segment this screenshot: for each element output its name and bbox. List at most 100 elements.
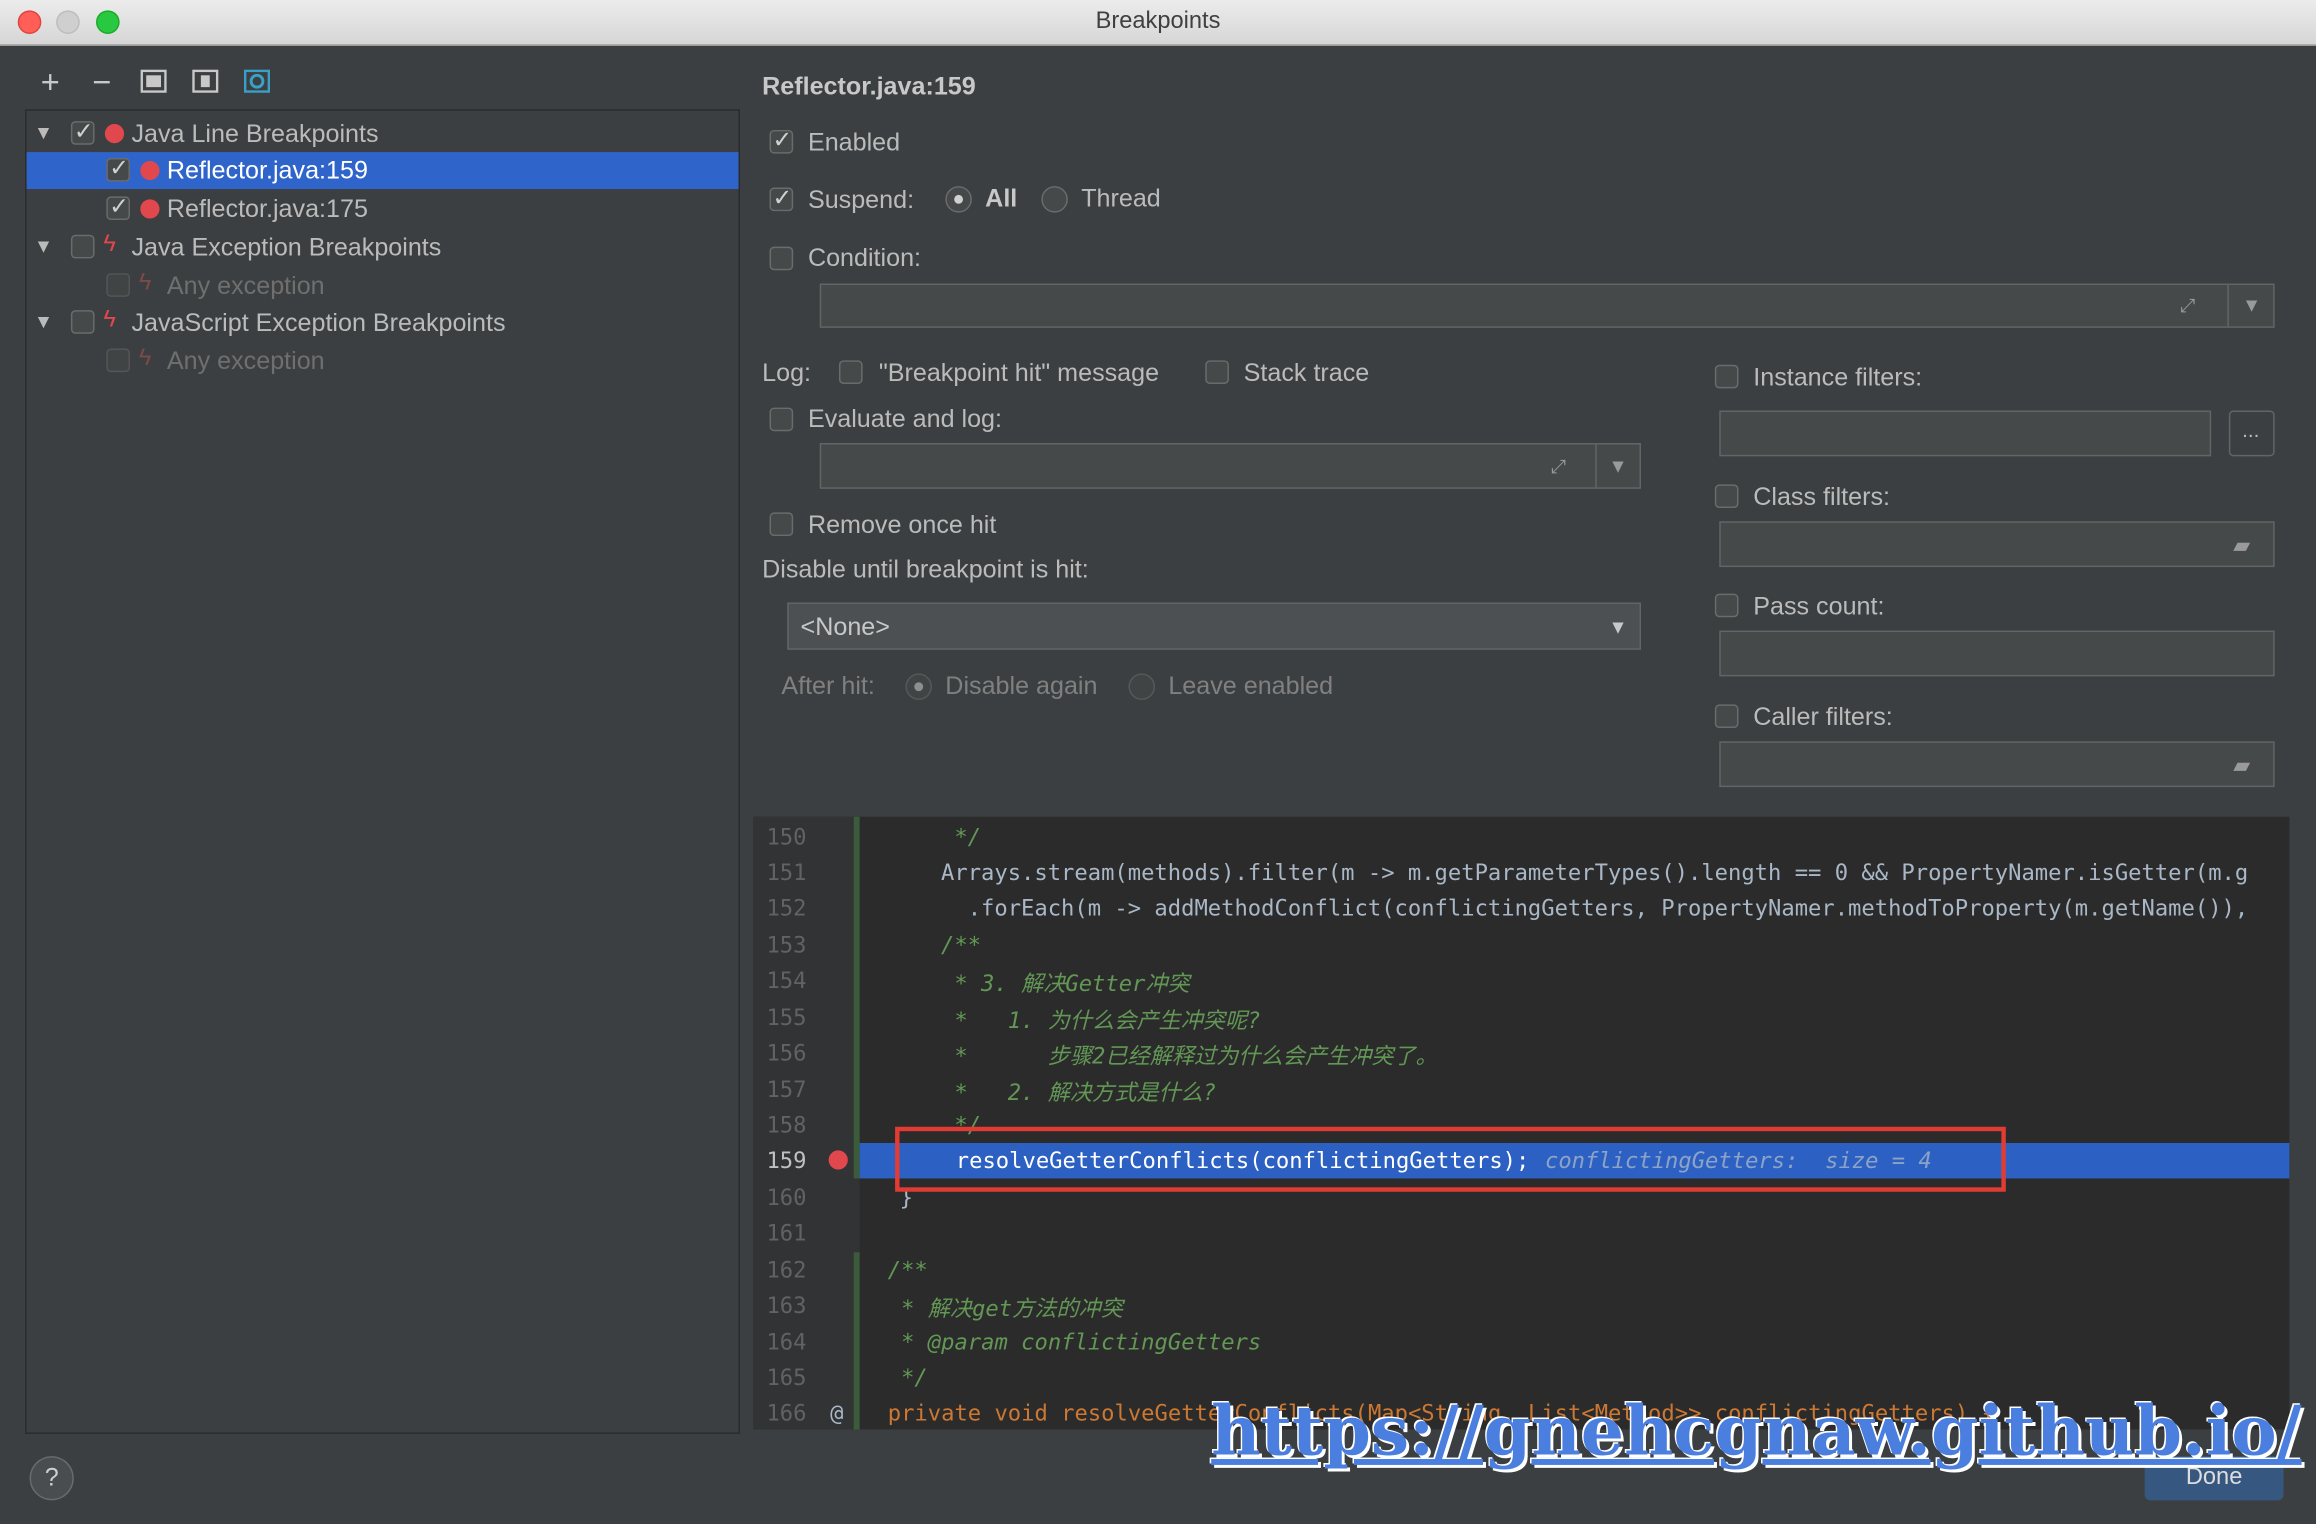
- item-checkbox[interactable]: [106, 192, 130, 222]
- chevron-down-icon[interactable]: ▼: [1608, 455, 1627, 477]
- class-filters-input[interactable]: ▰: [1719, 521, 2275, 568]
- browse-label: ...: [2242, 417, 2260, 442]
- evaluate-log-checkbox[interactable]: [769, 407, 794, 432]
- tree-item-any-exception[interactable]: ϟ Any exception: [27, 267, 739, 304]
- line-number: 163: [766, 1292, 807, 1319]
- code-text: * @param conflictingGetters: [874, 1329, 1262, 1356]
- expand-icon[interactable]: ⤢: [2180, 294, 2195, 318]
- tree-group-label: Java Exception Breakpoints: [131, 233, 442, 262]
- class-icon: [244, 69, 271, 93]
- code-preview: 150 */ 151 Arrays.stream(methods).filter…: [753, 816, 2290, 1430]
- group-by-package-button[interactable]: [136, 65, 171, 100]
- breakpoint-gutter-icon[interactable]: [828, 1150, 848, 1170]
- pass-count-input[interactable]: [1719, 630, 2275, 677]
- line-number: 152: [766, 894, 807, 922]
- line-number: 151: [766, 859, 807, 887]
- line-number: 164: [766, 1329, 807, 1356]
- tree-group-java-line[interactable]: ▼ Java Line Breakpoints: [27, 115, 739, 152]
- enabled-checkbox[interactable]: [769, 126, 794, 155]
- minus-icon: −: [92, 63, 112, 101]
- leave-enabled-radio[interactable]: [1128, 673, 1156, 700]
- line-number: 155: [766, 1004, 807, 1031]
- tree-group-label: Java Line Breakpoints: [131, 119, 379, 148]
- leave-enabled-label: Leave enabled: [1168, 671, 1334, 700]
- instance-filters-label: Instance filters:: [1753, 363, 1923, 392]
- tree-item-any-exception[interactable]: ϟ Any exception: [27, 343, 739, 380]
- class-filters-checkbox[interactable]: [1714, 484, 1739, 508]
- remove-once-hit-label: Remove once hit: [807, 510, 997, 540]
- disable-until-select[interactable]: <None> ▼: [787, 602, 1641, 650]
- folder-open-icon[interactable]: ▰: [2233, 532, 2250, 558]
- condition-checkbox[interactable]: [769, 246, 794, 271]
- window-title: Breakpoints: [1095, 8, 1221, 34]
- group-by-class-button[interactable]: [239, 65, 274, 100]
- code-text: * 2. 解决方式是什么?: [900, 1079, 1217, 1107]
- expand-arrow-icon[interactable]: ▼: [34, 235, 53, 257]
- line-number: 166: [766, 1399, 807, 1427]
- exception-bolt-icon: ϟ: [103, 307, 116, 333]
- line-number: 153: [766, 931, 807, 959]
- exception-bolt-icon: ϟ: [138, 270, 152, 296]
- tree-group-javascript-exception[interactable]: ▼ ϟ JavaScript Exception Breakpoints: [27, 304, 739, 341]
- group-checkbox[interactable]: [70, 234, 95, 259]
- item-checkbox[interactable]: [106, 348, 130, 373]
- item-checkbox[interactable]: [106, 273, 130, 297]
- caller-filters-label: Caller filters:: [1753, 702, 1893, 731]
- instance-filters-browse-button[interactable]: ...: [2228, 410, 2275, 457]
- stack-trace-checkbox[interactable]: [1205, 360, 1229, 384]
- line-number: 160: [766, 1184, 807, 1211]
- caller-filters-input[interactable]: ▰: [1719, 741, 2275, 788]
- expand-arrow-icon[interactable]: ▼: [34, 121, 53, 143]
- suspend-checkbox[interactable]: [769, 183, 794, 213]
- tree-item-reflector-175[interactable]: Reflector.java:175: [27, 190, 739, 227]
- code-line: 156 * 步骤2已经解释过为什么会产生冲突了。: [753, 1035, 2289, 1070]
- code-line: 154 * 3. 解决Getter冲突: [753, 963, 2289, 998]
- group-by-file-button[interactable]: [188, 65, 223, 100]
- code-text: * 步骤2已经解释过为什么会产生冲突了。: [900, 1042, 1438, 1070]
- tree-group-java-exception[interactable]: ▼ ϟ Java Exception Breakpoints: [27, 229, 739, 266]
- suspend-all-radio[interactable]: [945, 186, 972, 213]
- tree-item-label: Any exception: [166, 347, 325, 376]
- tree-item-reflector-159[interactable]: Reflector.java:159: [26, 152, 739, 190]
- code-line: 152 .forEach(m -> addMethodConflict(conf…: [753, 890, 2289, 925]
- code-text: * 3. 解决Getter冲突: [900, 970, 1190, 997]
- suspend-thread-radio[interactable]: [1041, 186, 1068, 213]
- instance-filters-input[interactable]: [1719, 410, 2212, 457]
- exception-bolt-icon: ϟ: [103, 231, 116, 257]
- code-line: 162 /**: [753, 1252, 2289, 1287]
- exception-bolt-icon: ϟ: [138, 345, 152, 371]
- remove-once-hit-checkbox[interactable]: [769, 512, 794, 537]
- chevron-down-icon: ▼: [1608, 615, 1628, 638]
- code-line: 153 /**: [753, 927, 2289, 962]
- expand-arrow-icon[interactable]: ▼: [34, 310, 53, 332]
- log-label: Log:: [762, 358, 812, 387]
- folder-open-icon[interactable]: ▰: [2233, 752, 2250, 778]
- pass-count-checkbox[interactable]: [1714, 593, 1739, 618]
- expand-icon[interactable]: ⤢: [1551, 455, 1566, 479]
- item-checkbox[interactable]: [106, 154, 130, 183]
- instance-filters-checkbox[interactable]: [1714, 364, 1739, 389]
- group-checkbox[interactable]: [70, 310, 95, 334]
- line-number: 154: [766, 967, 807, 994]
- breakpoints-dialog: Breakpoints + − ▼ Java Line Breakpoints: [0, 0, 2316, 1524]
- log-message-checkbox[interactable]: [838, 360, 863, 384]
- line-number: 162: [766, 1256, 807, 1284]
- help-button[interactable]: ?: [29, 1456, 74, 1501]
- caller-filters-checkbox[interactable]: [1714, 704, 1739, 729]
- log-message-label: "Breakpoint hit" message: [878, 358, 1160, 387]
- add-breakpoint-button[interactable]: +: [32, 64, 67, 100]
- evaluate-log-input[interactable]: ⤢ ▼: [819, 443, 1641, 489]
- group-checkbox[interactable]: [70, 117, 95, 146]
- chevron-down-icon[interactable]: ▼: [2242, 294, 2261, 316]
- code-line: 164 * @param conflictingGetters: [753, 1325, 2289, 1360]
- code-line: 155 * 1. 为什么会产生冲突呢?: [753, 1000, 2289, 1035]
- after-hit-label: After hit:: [781, 671, 875, 700]
- line-number: 150: [766, 824, 807, 851]
- disable-again-radio[interactable]: [905, 673, 933, 700]
- condition-input[interactable]: ⤢ ▼: [819, 283, 2275, 328]
- remove-breakpoint-button[interactable]: −: [84, 63, 119, 101]
- breakpoint-check-icon: [140, 160, 160, 181]
- disable-again-label: Disable again: [945, 671, 1098, 700]
- code-text: /**: [874, 1256, 928, 1284]
- tree-item-label: Reflector.java:159: [166, 156, 368, 185]
